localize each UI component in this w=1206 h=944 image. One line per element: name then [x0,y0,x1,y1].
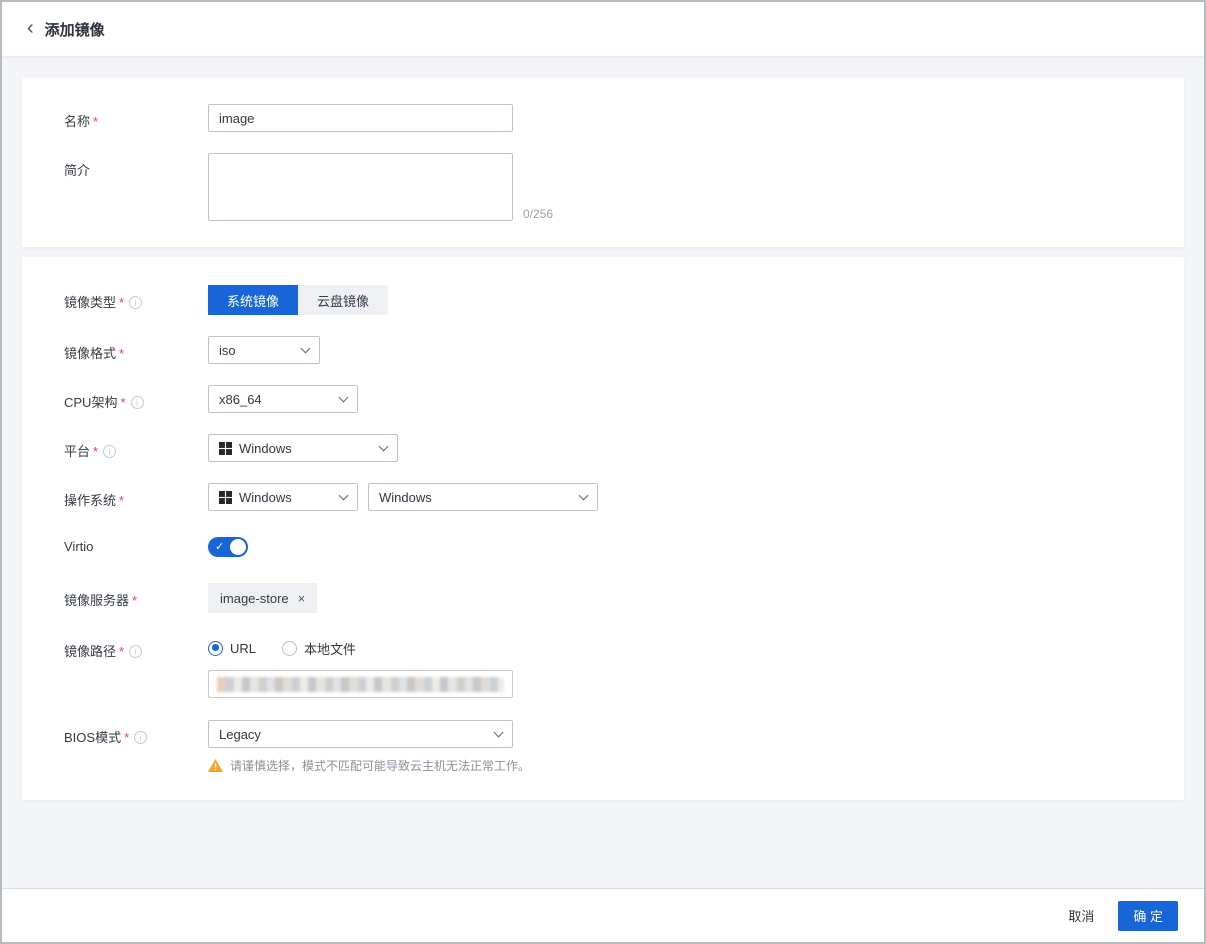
check-icon: ✓ [215,540,224,554]
image-type-row: 镜像类型*i 系统镜像 云盘镜像 [22,285,1184,315]
image-server-row: 镜像服务器* image-store × [22,583,1184,613]
cancel-button[interactable]: 取消 [1068,906,1094,925]
cpu-arch-row: CPU架构*i x86_64 [22,385,1184,413]
footer-bar: 取消 确 定 [2,888,1204,942]
required-mark: * [119,493,124,508]
char-counter: 0/256 [523,207,553,221]
image-settings-panel: 镜像类型*i 系统镜像 云盘镜像 镜像格式* iso [22,257,1184,800]
chevron-down-icon [579,490,589,500]
confirm-button[interactable]: 确 定 [1118,901,1178,931]
back-icon[interactable]: ‹ [27,18,34,41]
info-icon[interactable]: i [131,396,144,409]
os-version-select[interactable]: Windows [368,483,598,511]
page-header: ‹ 添加镜像 [2,2,1204,57]
image-format-select[interactable]: iso [208,336,320,364]
name-label: 名称* [64,104,208,132]
chevron-down-icon [339,490,349,500]
image-server-tag: image-store × [208,583,317,613]
virtio-label: Virtio [64,532,208,557]
platform-label: 平台*i [64,434,208,462]
radio-local-file[interactable]: 本地文件 [282,639,356,658]
cpu-arch-select[interactable]: x86_64 [208,385,358,413]
info-icon[interactable]: i [129,645,142,658]
image-url-input[interactable] [208,670,513,698]
basic-info-panel: 名称* 简介 0/256 [22,78,1184,247]
platform-select[interactable]: Windows [208,434,398,462]
info-icon[interactable]: i [134,731,147,744]
tab-system-image[interactable]: 系统镜像 [208,285,298,315]
chevron-down-icon [379,441,389,451]
info-icon[interactable]: i [103,445,116,458]
required-mark: * [132,593,137,608]
os-row: 操作系统* Windows Windows [22,483,1184,511]
warning-text: 请谨慎选择，模式不匹配可能导致云主机无法正常工作。 [230,757,530,774]
image-format-row: 镜像格式* iso [22,336,1184,364]
add-image-window: ‹ 添加镜像 名称* 简介 0/256 镜像类型*i [0,0,1206,944]
os-family-select[interactable]: Windows [208,483,358,511]
toggle-knob [230,539,246,555]
virtio-row: Virtio ✓ [22,532,1184,557]
image-server-label: 镜像服务器* [64,583,208,613]
image-path-row: 镜像路径*i URL 本地文件 [22,634,1184,698]
required-mark: * [119,346,124,361]
os-label: 操作系统* [64,483,208,511]
image-path-label: 镜像路径*i [64,634,208,698]
required-mark: * [119,295,124,310]
platform-row: 平台*i Windows [22,434,1184,462]
radio-url[interactable]: URL [208,641,256,656]
required-mark: * [119,644,124,659]
cpu-arch-label: CPU架构*i [64,385,208,413]
tab-volume-image[interactable]: 云盘镜像 [298,285,388,315]
close-icon[interactable]: × [298,591,306,606]
chevron-down-icon [301,343,311,353]
name-input[interactable] [208,104,513,132]
description-row: 简介 0/256 [22,153,1184,221]
chevron-down-icon [339,392,349,402]
image-type-tabs: 系统镜像 云盘镜像 [208,285,388,315]
windows-icon [219,442,232,455]
name-row: 名称* [22,104,1184,132]
info-icon[interactable]: i [129,296,142,309]
radio-circle [282,641,297,656]
description-label: 简介 [64,153,208,221]
redacted-url-value [217,677,504,692]
description-textarea[interactable] [208,153,513,221]
bios-warning: 请谨慎选择，模式不匹配可能导致云主机无法正常工作。 [208,757,530,774]
bios-mode-row: BIOS模式*i Legacy 请谨慎选择，模式不匹配可能导致云主机无法正常工作… [22,720,1184,774]
required-mark: * [124,730,129,745]
image-type-label: 镜像类型*i [64,285,208,315]
required-mark: * [120,395,125,410]
warning-icon [208,759,223,772]
radio-circle [208,641,223,656]
image-path-options: URL 本地文件 [208,638,382,658]
required-mark: * [93,114,98,129]
chevron-down-icon [494,727,504,737]
bios-mode-select[interactable]: Legacy [208,720,513,748]
page-title: 添加镜像 [45,19,105,40]
windows-icon [219,491,232,504]
image-format-label: 镜像格式* [64,336,208,364]
virtio-toggle[interactable]: ✓ [208,537,248,557]
required-mark: * [93,444,98,459]
bios-mode-label: BIOS模式*i [64,720,208,774]
